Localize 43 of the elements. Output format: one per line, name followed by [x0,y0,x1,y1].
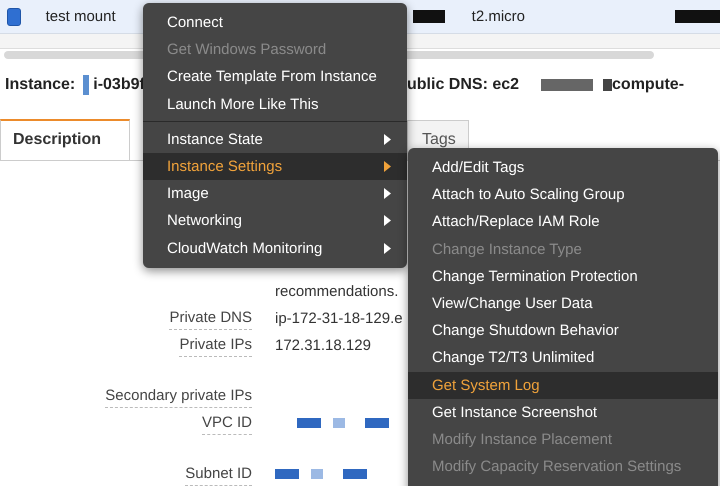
menu-item[interactable]: Launch More Like This [143,90,407,118]
row-checkbox[interactable] [7,8,21,26]
field-value: 172.31.18.129 [275,336,371,354]
menu-item[interactable]: Connect [143,9,407,36]
menu-item[interactable]: Create Template From Instance [143,63,407,91]
redaction-block [541,79,594,91]
redaction-block [275,469,299,479]
redaction-block [333,418,345,428]
public-dns-label: ublic DNS: ec2 [407,76,520,94]
menu-item[interactable]: Change Termination Protection [408,262,718,290]
redaction-block [365,418,389,428]
redaction-block [343,469,367,479]
instance-type: t2.micro [472,8,525,25]
field-value: ip-172-31-18-129.e [275,310,403,326]
field-label: Secondary private IPs [105,387,252,408]
menu-item[interactable]: View/Change User Data [408,290,718,318]
redaction-block [297,418,321,428]
field-value: recommendations. [275,282,398,300]
field-label: VPC ID [202,414,252,435]
instance-state-mark [83,75,90,95]
menu-item[interactable]: Attach/Replace IAM Role [408,208,718,236]
menu-item[interactable]: Image [143,180,407,208]
menu-item[interactable]: Networking [143,207,407,234]
menu-item[interactable]: Instance Settings [143,152,407,180]
redaction-block [603,79,612,91]
public-dns-value: compute- [612,76,684,94]
redaction-block [412,10,445,23]
menu-item[interactable]: Change Shutdown Behavior [408,317,718,344]
field-label: Subnet ID [185,465,252,486]
redaction-block [675,10,720,23]
field-label: Private DNS [169,309,252,330]
instance-id: i-03b9f [93,76,145,94]
menu-item[interactable]: Attach to Auto Scaling Group [408,181,718,208]
menu-item[interactable]: CloudWatch Monitoring [143,234,407,262]
instance-label: Instance: [5,76,76,94]
field-label: Private IPs [179,336,252,357]
redaction-block [311,469,323,479]
menu-item[interactable]: Get System Log [408,372,718,399]
tab[interactable]: Description [0,119,130,160]
menu-item[interactable]: Get Instance Screenshot [408,398,718,426]
menu-item[interactable]: Change T2/T3 Unlimited [408,344,718,372]
instance-name: test mount [46,8,116,25]
menu-item[interactable]: Instance State [143,126,407,153]
